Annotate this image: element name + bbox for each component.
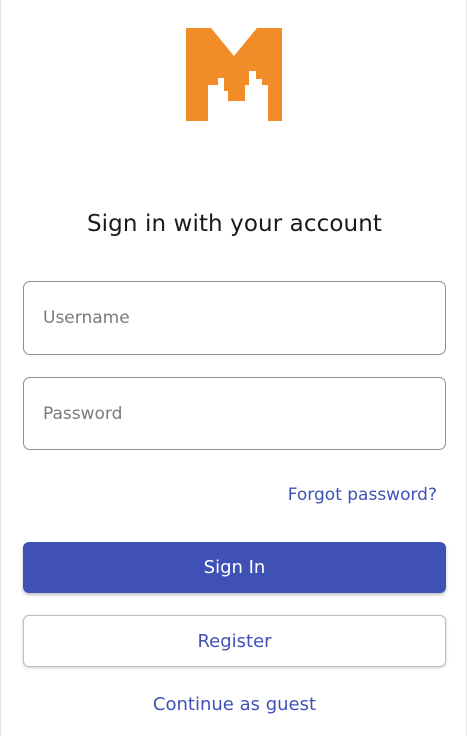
logo-shape	[186, 28, 282, 121]
sign-in-button-label: Sign In	[203, 557, 266, 578]
forgot-password-link[interactable]: Forgot password?	[288, 485, 437, 505]
register-button-label: Register	[197, 630, 272, 652]
sign-in-button[interactable]: Sign In	[23, 542, 446, 593]
continue-as-guest-link[interactable]: Continue as guest	[1, 694, 467, 715]
page-title: Sign in with your account	[86, 211, 383, 237]
m-city-skyline-logo	[186, 28, 282, 121]
password-input[interactable]	[23, 377, 446, 450]
register-button[interactable]: Register	[23, 615, 446, 667]
sign-in-screen: Sign in with your account Forgot passwor…	[0, 0, 467, 736]
username-input[interactable]	[23, 281, 446, 355]
